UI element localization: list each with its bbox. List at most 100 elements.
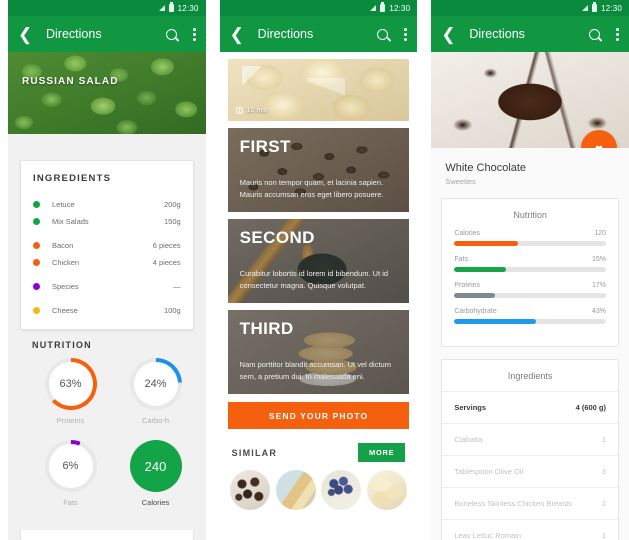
nutrition-ring: 6% <box>44 440 97 492</box>
battery-icon <box>380 2 386 12</box>
hero-image-cheese: 10 min <box>227 59 410 121</box>
nutrition-bar-value: 17% <box>592 282 607 289</box>
step-name: SECOND <box>239 228 315 247</box>
step-card[interactable]: THIRD Nam porttitor blandit accumsan. Ut … <box>227 310 410 394</box>
dish-name: White Chocolate <box>445 162 527 174</box>
step-card[interactable]: FIRST Mauris non tempor quam, et lacinia … <box>227 128 410 212</box>
overflow-menu-icon[interactable] <box>192 27 196 41</box>
status-time: 12:30 <box>600 3 623 13</box>
nutrition-ring-label: Calories <box>141 498 170 507</box>
ingredient-table-value: 2 <box>601 499 607 508</box>
battery-icon <box>591 2 597 12</box>
chevron-left-icon[interactable]: ❮ <box>230 26 244 43</box>
nutrition-panel: Nutrition Calories 120 Fats 15% Proteins 17% C… <box>441 198 620 347</box>
ingredient-amount: 4 pieces <box>152 258 181 267</box>
screen3-body: ♥ White Chocolate Sweeties Nutrition Cal… <box>431 52 629 540</box>
nutrition-bar-row: Fats 15% <box>454 256 607 272</box>
ingredient-row: Letuce 200g <box>33 196 181 213</box>
nutrition-bar-value: 15% <box>592 256 607 263</box>
nutrition-bar-track <box>454 293 607 298</box>
battery-icon <box>168 2 174 12</box>
similar-thumb-bread[interactable] <box>275 470 316 510</box>
hero-image-brownie: ♥ <box>431 52 629 148</box>
search-icon[interactable] <box>377 28 389 40</box>
nutrition-bar-label: Proteins <box>454 282 481 289</box>
nutrition-bar-value: 43% <box>592 308 607 315</box>
step-description: Nam porttitor blandit accumsan. Ut vel d… <box>239 359 391 382</box>
nutrition-ring-label: Carbo-h <box>141 416 170 425</box>
similar-thumbnails <box>229 470 408 510</box>
send-your-photo-button[interactable]: SEND YOUR PHOTO <box>227 402 410 429</box>
ingredients-panel-heading: Ingredients <box>507 371 553 381</box>
screen-nutrition-detail: 12:30 ❮ Directions ♥ White Chocolate Swe… <box>431 0 629 540</box>
similar-thumb-chocolate-chips[interactable] <box>229 470 270 510</box>
signal-icon <box>158 5 165 11</box>
ingredient-color-dot <box>33 201 40 208</box>
nutrition-ring-value: 24% <box>133 362 178 406</box>
ingredient-color-dot <box>33 218 40 225</box>
ingredients-list: Letuce 200g Mix Salads 150g Bacon 6 pieces Chi… <box>33 196 181 319</box>
nutrition-ring: 63% <box>44 358 97 410</box>
similar-thumb-blueberries[interactable] <box>321 470 362 510</box>
nutrition-bar-value: 120 <box>594 230 607 237</box>
app-bar: ❮ Directions <box>8 16 206 52</box>
nutrition-bar-fill <box>454 293 496 298</box>
status-time: 12:30 <box>177 3 199 13</box>
ingredients-heading: INGREDIENTS <box>33 173 112 184</box>
nutrition-bar-labels: Calories 120 <box>454 230 606 237</box>
chevron-left-icon[interactable]: ❮ <box>18 26 32 43</box>
similar-header: SIMILAR MORE <box>232 443 406 462</box>
step-card[interactable]: SECOND Curabitur lobortis id lorem id bib… <box>227 219 410 303</box>
status-bar: 12:30 <box>8 0 206 16</box>
ingredients-card: INGREDIENTS Letuce 200g Mix Salads 150g Baco… <box>20 160 194 330</box>
steps-list: FIRST Mauris non tempor quam, et lacinia … <box>220 128 418 394</box>
app-bar: ❮ Directions <box>431 16 629 52</box>
nutrition-ring-cell: 240 Calories <box>113 440 198 522</box>
step-description: Curabitur lobortis id lorem id bibendum.… <box>239 268 389 291</box>
dish-category: Sweeties <box>445 177 476 186</box>
chevron-left-icon[interactable]: ❮ <box>441 26 455 43</box>
step-name: THIRD <box>239 319 294 338</box>
ingredient-name: Mix Salads <box>52 217 89 226</box>
screen-ingredients: 12:30 ❮ Directions RUSSIAN SALAD INGREDI… <box>8 0 206 540</box>
nutrition-bar-track <box>454 319 607 324</box>
ingredient-table-value: 3 <box>601 467 607 476</box>
search-icon[interactable] <box>165 28 177 40</box>
similar-thumb-cheese[interactable] <box>367 470 408 510</box>
ingredient-name: Cheese <box>52 306 78 315</box>
screen1-body: RUSSIAN SALAD INGREDIENTS Letuce 200g Mix … <box>8 52 206 540</box>
nutrition-bar-label: Calories <box>454 230 481 237</box>
ingredient-name: Letuce <box>52 200 75 209</box>
signal-icon <box>370 5 377 11</box>
recipe-card: RECIPE Mauris non tempor quam, et lacini… <box>20 530 194 540</box>
nutrition-bar-label: Carbohydrate <box>454 308 497 315</box>
nutrition-bar-labels: Fats 15% <box>454 256 606 263</box>
overflow-menu-icon[interactable] <box>404 27 408 41</box>
ingredient-color-dot <box>33 283 40 290</box>
ingredient-table-row: Tablespoon Olive Oil 3 <box>442 455 619 487</box>
cook-time-label: 10 min <box>246 107 268 114</box>
screens-container: 12:30 ❮ Directions RUSSIAN SALAD INGREDI… <box>0 0 629 540</box>
search-icon[interactable] <box>589 28 601 40</box>
nutrition-bar-row: Carbohydrate 43% <box>454 308 607 324</box>
status-bar: 12:30 <box>431 0 629 16</box>
calories-badge: 240 <box>129 440 182 492</box>
more-button[interactable]: MORE <box>358 443 406 462</box>
nutrition-bar-track <box>454 241 607 246</box>
ingredient-amount: 6 pieces <box>152 241 181 250</box>
ingredient-amount: — <box>173 282 181 291</box>
salad-photo <box>8 52 206 134</box>
nutrition-bar-row: Calories 120 <box>454 230 607 246</box>
ingredient-table-value: 1 <box>601 531 607 540</box>
ingredient-row: Chicken 4 pieces <box>33 254 181 271</box>
app-bar: ❮ Directions <box>219 16 418 52</box>
ingredient-row: Species — <box>33 278 181 295</box>
step-description: Mauris non tempor quam, et lacinia sapie… <box>239 177 384 200</box>
overflow-menu-icon[interactable] <box>616 27 620 41</box>
ingredient-table-name: Servings <box>454 403 487 412</box>
ingredient-table-row: Leav Lettuc Romain 1 <box>442 519 619 540</box>
nutrition-bar-labels: Proteins 17% <box>454 282 606 289</box>
nutrition-bar-label: Fats <box>454 256 468 263</box>
ingredient-amount: 200g <box>163 200 181 209</box>
hero-title: RUSSIAN SALAD <box>22 76 119 87</box>
